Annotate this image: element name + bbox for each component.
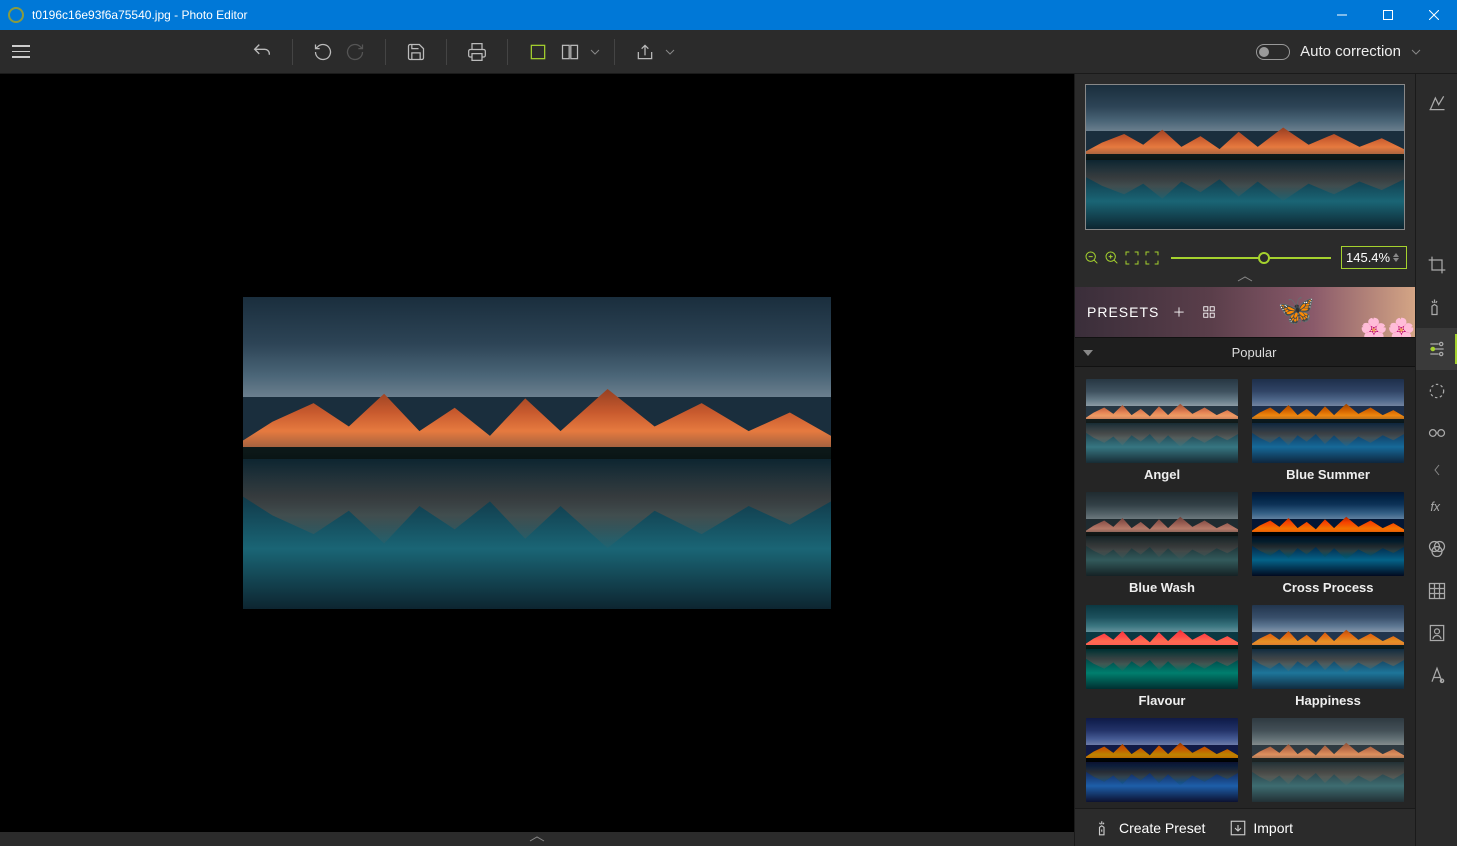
main-toolbar: Auto correction xyxy=(0,30,1457,74)
import-button[interactable]: Import xyxy=(1229,819,1293,837)
add-preset-icon[interactable] xyxy=(1169,302,1189,322)
zoom-value-text: 145.4% xyxy=(1346,250,1390,265)
preset-thumbnail xyxy=(1086,718,1238,802)
chevron-down-icon[interactable] xyxy=(665,47,675,57)
chevron-down-icon xyxy=(1411,47,1421,57)
separator xyxy=(507,39,508,65)
grid-view-icon[interactable] xyxy=(1199,302,1219,322)
bottom-panel-expand[interactable] xyxy=(0,832,1074,846)
redeye-tool[interactable] xyxy=(1416,412,1457,454)
navigator-collapse[interactable] xyxy=(1075,271,1415,287)
separator xyxy=(385,39,386,65)
text-tool[interactable] xyxy=(1416,654,1457,696)
histogram-tool[interactable] xyxy=(1416,82,1457,124)
preset-thumbnail xyxy=(1086,379,1238,463)
preset-label: Angel xyxy=(1144,467,1180,482)
right-toolstrip: fx xyxy=(1415,74,1457,846)
preset-item[interactable]: Holiday xyxy=(1085,718,1239,808)
import-label: Import xyxy=(1253,820,1293,836)
create-preset-button[interactable]: Create Preset xyxy=(1095,819,1205,837)
save-button[interactable] xyxy=(400,36,432,68)
zoom-slider[interactable] xyxy=(1171,248,1331,268)
zoom-actual-icon[interactable] xyxy=(1143,249,1161,267)
preset-item[interactable]: Instant xyxy=(1251,718,1405,808)
zoom-in-icon[interactable] xyxy=(1103,249,1121,267)
separator xyxy=(614,39,615,65)
effects-tool[interactable]: fx xyxy=(1416,486,1457,528)
preset-item[interactable]: Cross Process xyxy=(1251,492,1405,595)
presets-title: PRESETS xyxy=(1087,304,1159,320)
toggle-switch xyxy=(1256,44,1290,60)
single-view-button[interactable] xyxy=(522,36,554,68)
compare-view-button[interactable] xyxy=(554,36,586,68)
crop-tool[interactable] xyxy=(1416,244,1457,286)
maximize-button[interactable] xyxy=(1365,0,1411,30)
svg-text:fx: fx xyxy=(1430,500,1440,514)
separator xyxy=(446,39,447,65)
preset-label: Flavour xyxy=(1139,693,1186,708)
close-button[interactable] xyxy=(1411,0,1457,30)
share-button[interactable] xyxy=(629,36,661,68)
selection-tool[interactable] xyxy=(1416,370,1457,412)
title-bar: t0196c16e93f6a75540.jpg - Photo Editor xyxy=(0,0,1457,30)
chevron-down-icon[interactable] xyxy=(590,47,600,57)
auto-correction-toggle[interactable]: Auto correction xyxy=(1256,43,1421,60)
portrait-tool[interactable] xyxy=(1416,612,1457,654)
toolstrip-expand[interactable] xyxy=(1430,454,1444,486)
minimize-button[interactable] xyxy=(1319,0,1365,30)
preset-thumbnail xyxy=(1086,492,1238,576)
collapse-triangle-icon xyxy=(1083,350,1093,356)
adjust-tool[interactable] xyxy=(1416,286,1457,328)
preset-label: Blue Summer xyxy=(1286,467,1370,482)
zoom-value-input[interactable]: 145.4% xyxy=(1341,246,1407,269)
app-icon xyxy=(8,7,24,23)
presets-header: PRESETS 🦋 🌸🌸 xyxy=(1075,287,1415,337)
preset-item[interactable]: Flavour xyxy=(1085,605,1239,708)
zoom-out-icon[interactable] xyxy=(1083,249,1101,267)
main-area: 145.4% PRESETS 🦋 🌸🌸 Popular Angel Blue Su… xyxy=(0,74,1457,846)
separator xyxy=(292,39,293,65)
panel-footer: Create Preset Import xyxy=(1075,808,1415,846)
preset-item[interactable]: Angel xyxy=(1085,379,1239,482)
preset-thumbnail xyxy=(1252,379,1404,463)
butterfly-decoration: 🦋 xyxy=(1278,293,1315,328)
presets-tool[interactable] xyxy=(1416,328,1457,370)
window-title: t0196c16e93f6a75540.jpg - Photo Editor xyxy=(32,8,1319,22)
undo-button[interactable] xyxy=(246,36,278,68)
preset-thumbnail xyxy=(1252,492,1404,576)
preset-item[interactable]: Happiness xyxy=(1251,605,1405,708)
preset-thumbnail xyxy=(1086,605,1238,689)
color-tool[interactable] xyxy=(1416,528,1457,570)
preset-category-row[interactable]: Popular xyxy=(1075,337,1415,367)
canvas-area xyxy=(0,74,1074,846)
navigator-panel xyxy=(1075,74,1415,240)
preset-label: Cross Process xyxy=(1282,580,1373,595)
preset-category-label: Popular xyxy=(1101,345,1407,360)
print-button[interactable] xyxy=(461,36,493,68)
canvas-image xyxy=(243,297,831,609)
texture-tool[interactable] xyxy=(1416,570,1457,612)
canvas-viewport[interactable] xyxy=(0,74,1074,832)
preset-thumbnail xyxy=(1252,605,1404,689)
navigator-thumbnail[interactable] xyxy=(1085,84,1405,230)
preset-label: Happiness xyxy=(1295,693,1361,708)
redo-step-button[interactable] xyxy=(339,36,371,68)
preset-item[interactable]: Blue Wash xyxy=(1085,492,1239,595)
presets-scroll-area[interactable]: Angel Blue Summer Blue Wash Cross Process Fl… xyxy=(1075,367,1415,808)
create-preset-label: Create Preset xyxy=(1119,820,1205,836)
auto-correction-label: Auto correction xyxy=(1300,43,1401,60)
zoom-fit-icon[interactable] xyxy=(1123,249,1141,267)
presets-grid: Angel Blue Summer Blue Wash Cross Process Fl… xyxy=(1083,375,1407,808)
preset-item[interactable]: Blue Summer xyxy=(1251,379,1405,482)
undo-step-button[interactable] xyxy=(307,36,339,68)
flowers-decoration: 🌸🌸 xyxy=(1360,317,1415,337)
preset-thumbnail xyxy=(1252,718,1404,802)
preset-label: Blue Wash xyxy=(1129,580,1195,595)
side-panel: 145.4% PRESETS 🦋 🌸🌸 Popular Angel Blue Su… xyxy=(1074,74,1415,846)
menu-button[interactable] xyxy=(6,37,36,67)
zoom-controls: 145.4% xyxy=(1075,240,1415,271)
